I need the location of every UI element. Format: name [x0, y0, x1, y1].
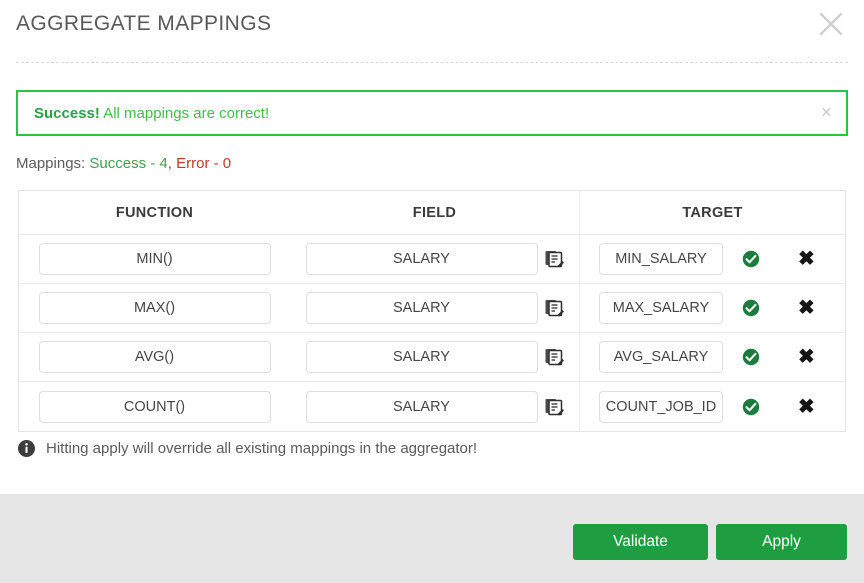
table-row: AVG() SALARY AVG_SALARY ✖: [19, 333, 845, 382]
function-input[interactable]: AVG(): [38, 341, 271, 373]
function-input[interactable]: MIN(): [38, 243, 271, 275]
function-cell: MIN(): [19, 235, 290, 283]
field-cell: SALARY: [290, 284, 579, 332]
target-value: COUNT_JOB_ID: [605, 398, 717, 415]
target-cell: AVG_SALARY ✖: [579, 333, 845, 381]
delete-x-icon[interactable]: ✖: [798, 298, 815, 318]
table-header-row: FUNCTION FIELD TARGET: [19, 191, 845, 235]
summary-label: Mappings:: [16, 155, 86, 172]
summary-success-count: Success - 4: [89, 155, 168, 172]
edit-document-icon[interactable]: [544, 347, 564, 367]
mappings-summary: Mappings: Success - 4, Error - 0: [16, 155, 231, 172]
delete-x-icon[interactable]: ✖: [798, 249, 815, 269]
apply-button[interactable]: Apply: [716, 524, 847, 560]
table-row: MAX() SALARY MAX_SALARY ✖: [19, 284, 845, 333]
field-input[interactable]: SALARY: [305, 390, 538, 423]
target-value: MAX_SALARY: [612, 300, 710, 316]
function-cell: MAX(): [19, 284, 290, 332]
override-warning-note: Hitting apply will override all existing…: [18, 440, 477, 457]
column-header-target: TARGET: [579, 191, 845, 234]
delete-x-icon[interactable]: ✖: [798, 347, 815, 367]
modal-footer: Validate Apply: [0, 494, 864, 583]
summary-separator: ,: [167, 155, 172, 172]
column-header-function: FUNCTION: [115, 204, 194, 221]
target-input[interactable]: COUNT_JOB_ID: [599, 390, 723, 423]
function-input[interactable]: COUNT(): [38, 390, 271, 423]
check-circle-icon: [742, 299, 760, 317]
info-circle-icon: [18, 440, 35, 457]
function-cell: COUNT(): [19, 382, 290, 431]
field-cell: SALARY: [290, 382, 579, 431]
check-circle-icon: [742, 348, 760, 366]
banner-message: Success! All mappings are correct!: [34, 105, 269, 122]
target-input[interactable]: AVG_SALARY: [599, 341, 723, 373]
header-divider: [16, 62, 848, 63]
modal-header: AGGREGATE MAPPINGS: [0, 0, 864, 63]
page-title: AGGREGATE MAPPINGS: [16, 12, 272, 35]
target-cell: COUNT_JOB_ID ✖: [579, 382, 845, 431]
validate-button[interactable]: Validate: [573, 524, 708, 560]
close-icon[interactable]: [812, 5, 850, 43]
column-header-field: FIELD: [412, 204, 457, 221]
banner-detail-label: All mappings are correct!: [103, 104, 270, 122]
check-circle-icon: [742, 398, 760, 416]
table-row: MIN() SALARY MIN_SALARY ✖: [19, 235, 845, 284]
target-value: MIN_SALARY: [615, 251, 707, 267]
edit-document-icon[interactable]: [544, 298, 564, 318]
field-input[interactable]: SALARY: [305, 292, 538, 324]
check-circle-icon: [742, 250, 760, 268]
function-cell: AVG(): [19, 333, 290, 381]
target-cell: MAX_SALARY ✖: [579, 284, 845, 332]
delete-x-icon[interactable]: ✖: [798, 397, 815, 417]
table-row: COUNT() SALARY COUNT_JOB_ID ✖: [19, 382, 845, 431]
field-cell: SALARY: [290, 235, 579, 283]
edit-document-icon[interactable]: [544, 249, 564, 269]
function-input[interactable]: MAX(): [38, 292, 271, 324]
field-input[interactable]: SALARY: [305, 341, 538, 373]
summary-error-count: Error - 0: [176, 155, 232, 172]
banner-strong-label: Success!: [34, 104, 100, 122]
field-input[interactable]: SALARY: [305, 243, 538, 275]
target-value: AVG_SALARY: [613, 349, 709, 365]
banner-dismiss-icon[interactable]: ×: [821, 104, 832, 123]
field-cell: SALARY: [290, 333, 579, 381]
override-warning-text: Hitting apply will override all existing…: [46, 440, 478, 457]
target-input[interactable]: MAX_SALARY: [599, 292, 723, 324]
target-input[interactable]: MIN_SALARY: [599, 243, 723, 275]
mappings-table: FUNCTION FIELD TARGET MIN() SALARY MIN_S…: [18, 190, 846, 432]
edit-document-icon[interactable]: [544, 397, 564, 417]
success-banner: Success! All mappings are correct! ×: [16, 90, 848, 136]
target-cell: MIN_SALARY ✖: [579, 235, 845, 283]
